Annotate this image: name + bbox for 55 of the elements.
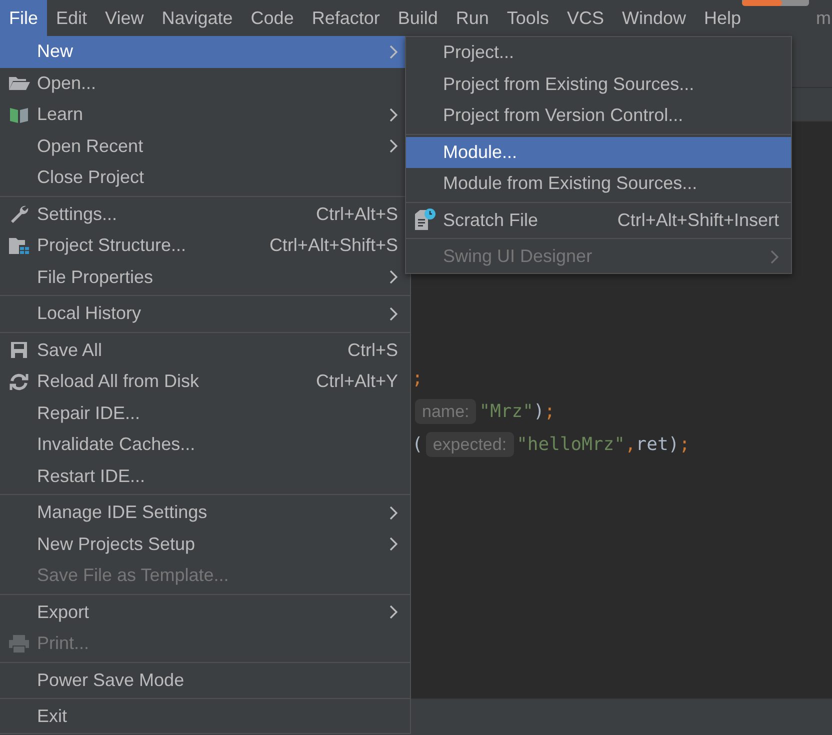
code-text: ;: [544, 400, 556, 424]
chevron-right-icon: [389, 139, 398, 154]
menu-bar-item[interactable]: Window: [612, 0, 695, 36]
parameter-hint: expected:: [426, 432, 514, 458]
menu-bar-item[interactable]: File: [0, 0, 48, 36]
chevron-right-icon: [389, 270, 398, 284]
code-text: "Mrz": [479, 400, 534, 424]
menu-item[interactable]: Module...: [406, 136, 791, 168]
chevron-right-icon: [770, 250, 779, 264]
save-icon: [10, 341, 28, 360]
menu-bar-item[interactable]: Help: [695, 0, 750, 36]
menu-item[interactable]: Local History: [0, 298, 410, 330]
chevron-right-icon: [389, 44, 398, 59]
menu-bar-item[interactable]: Code: [242, 0, 303, 36]
chevron-right-icon: [389, 506, 398, 520]
chevron-right-icon: [389, 108, 398, 122]
code-text: ): [533, 400, 544, 424]
chevron-right-icon: [389, 537, 398, 552]
code-text: "helloMrz": [516, 433, 625, 457]
folder-grid-icon: [8, 236, 30, 255]
menu-item[interactable]: Export: [0, 596, 410, 628]
reload-icon: [8, 372, 28, 391]
scratch-file-icon: [414, 208, 436, 232]
book-icon: [8, 106, 28, 124]
folder-icon: [8, 75, 30, 92]
menu-item[interactable]: New Projects Setup: [0, 528, 410, 560]
menu-bar-item[interactable]: VCS: [558, 0, 613, 36]
menu-item[interactable]: Save All Ctrl+S: [0, 334, 410, 366]
menu-item[interactable]: Exit: [0, 701, 410, 732]
menu-bar-item[interactable]: Build: [388, 0, 447, 36]
title-text: m: [816, 6, 832, 30]
menu-bar-item[interactable]: Edit: [47, 0, 96, 36]
menu-bar-item[interactable]: Tools: [498, 0, 558, 36]
menu-item[interactable]: Scratch File Ctrl+Alt+Shift+Insert: [406, 204, 791, 236]
menu-item[interactable]: Reload All from Disk Ctrl+Alt+Y: [0, 366, 410, 398]
wrench-icon: [8, 204, 28, 224]
code-text: (: [412, 433, 423, 457]
chevron-right-icon: [389, 605, 398, 620]
code-text: ret): [636, 433, 680, 457]
menu-item[interactable]: Invalidate Caches...: [0, 429, 410, 460]
printer-icon: [8, 634, 30, 654]
menu-item[interactable]: Restart IDE...: [0, 460, 410, 492]
menu-bar-item[interactable]: View: [96, 0, 153, 36]
menu-item[interactable]: Power Save Mode: [0, 664, 410, 696]
menu-bar-item[interactable]: Run: [446, 0, 498, 36]
menu-item[interactable]: Repair IDE...: [0, 398, 410, 429]
code-text: ;: [679, 433, 690, 457]
code-text: ,: [624, 433, 636, 457]
menu-item[interactable]: Module from Existing Sources...: [406, 168, 791, 200]
code-text: ;: [412, 367, 423, 391]
parameter-hint: name:: [415, 398, 476, 424]
menu-bar-item[interactable]: Refactor: [302, 0, 389, 36]
menu-item[interactable]: Manage IDE Settings: [0, 497, 410, 528]
chevron-right-icon: [389, 306, 398, 321]
menu-bar-item[interactable]: Navigate: [152, 0, 242, 36]
